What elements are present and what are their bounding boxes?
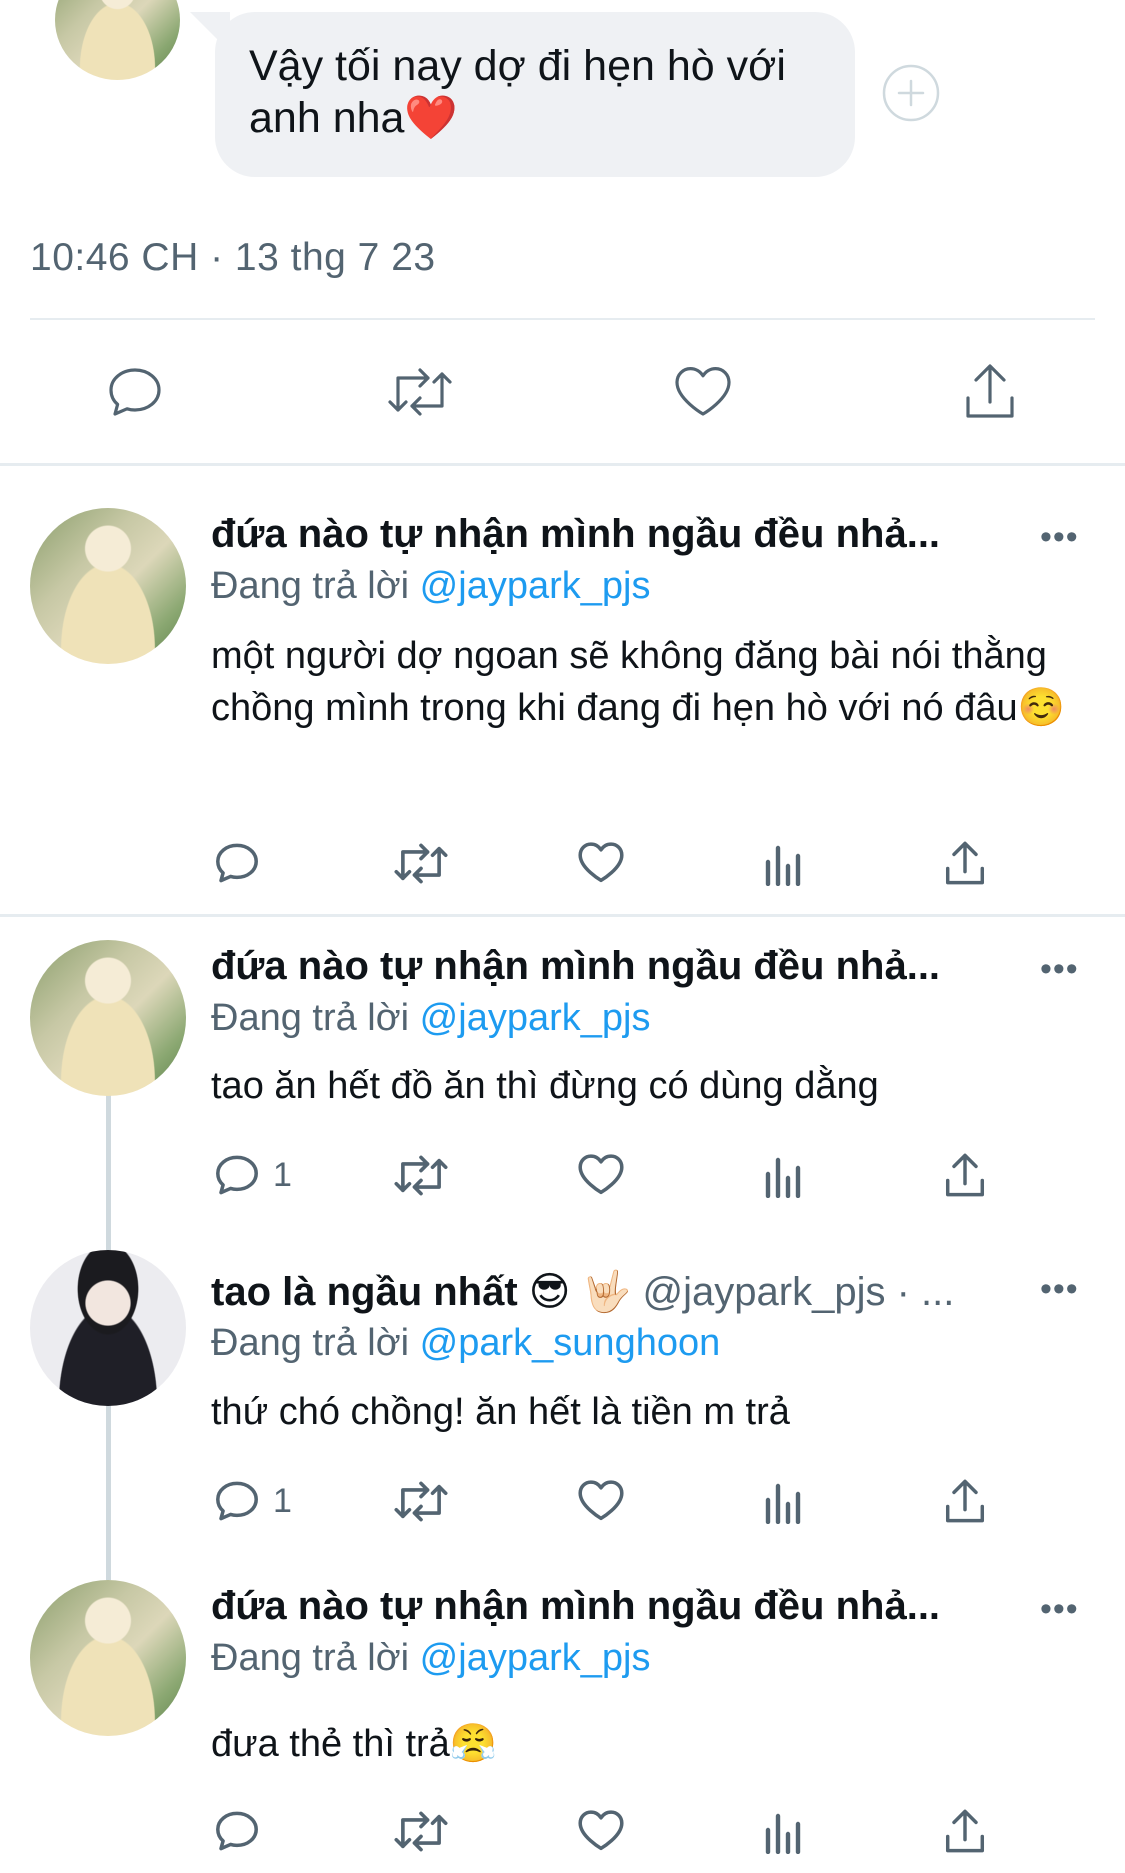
reply-avatar[interactable]: [30, 940, 186, 1096]
message-timestamp: 10:46 CH · 13 thg 7 23: [30, 236, 436, 279]
mention-link[interactable]: @jaypark_pjs: [420, 997, 651, 1039]
share-icon[interactable]: [943, 1478, 987, 1524]
views-icon[interactable]: [764, 1154, 804, 1198]
sender-avatar[interactable]: [55, 0, 180, 80]
views-icon[interactable]: [764, 842, 804, 886]
share-icon[interactable]: [962, 362, 1018, 420]
tweet-action-bar: 1: [211, 1478, 1091, 1528]
more-options-button[interactable]: •••: [1040, 1590, 1079, 1629]
more-options-button[interactable]: •••: [1040, 1270, 1079, 1309]
message-text: Vậy tối nay dợ đi hẹn hò với anh nha❤️: [249, 42, 786, 142]
more-options-button[interactable]: •••: [1040, 950, 1079, 989]
views-icon[interactable]: [764, 1480, 804, 1524]
reply-author-name[interactable]: đứa nào tự nhận mình ngầu đều nhả...: [211, 512, 940, 557]
replying-to: Đang trả lời @jaypark_pjs: [211, 1637, 650, 1680]
reply-icon[interactable]: [105, 364, 165, 420]
tweet-action-bar: 1: [211, 1152, 1091, 1202]
reply-count: 1: [273, 1156, 292, 1194]
divider: [30, 318, 1095, 320]
more-options-button[interactable]: •••: [1040, 518, 1079, 557]
reply-text: tao ăn hết đồ ăn thì đừng có dùng dằng: [211, 1065, 879, 1107]
author-handle: @jaypark_pjs · ...: [642, 1270, 955, 1314]
reply-text: đưa thẻ thì trả😤: [211, 1723, 498, 1765]
tweet-action-bar: [211, 1808, 1091, 1858]
thread-line: [106, 1095, 111, 1250]
retweet-icon[interactable]: [393, 1810, 449, 1853]
replying-to: Đang trả lời @park_sunghoon: [211, 1322, 720, 1365]
section-separator: [0, 914, 1125, 917]
reply-author-name[interactable]: tao là ngầu nhất 😎 🤟🏻 @jaypark_pjs · ...: [211, 1268, 1011, 1315]
replying-to-label: Đang trả lời: [211, 565, 410, 607]
reply-icon[interactable]: [213, 840, 261, 886]
mention-link[interactable]: @jaypark_pjs: [420, 565, 651, 607]
reply-count: 1: [273, 1482, 292, 1520]
replying-to: Đang trả lời @jaypark_pjs: [211, 997, 650, 1040]
reply-author-name[interactable]: đứa nào tự nhận mình ngầu đều nhả...: [211, 944, 940, 989]
reply-author-name[interactable]: đứa nào tự nhận mình ngầu đều nhả...: [211, 1584, 940, 1629]
share-icon[interactable]: [943, 1808, 987, 1854]
like-icon[interactable]: [577, 1478, 625, 1522]
add-reaction-icon[interactable]: [882, 64, 940, 122]
reply-avatar[interactable]: [30, 1250, 186, 1406]
like-icon[interactable]: [577, 840, 625, 884]
mention-link[interactable]: @park_sunghoon: [420, 1322, 721, 1364]
retweet-icon[interactable]: [393, 842, 449, 885]
author-display-name: tao là ngầu nhất 😎 🤟🏻: [211, 1270, 632, 1314]
like-icon[interactable]: [577, 1152, 625, 1196]
like-icon[interactable]: [673, 364, 733, 418]
replying-to-label: Đang trả lời: [211, 1322, 410, 1364]
section-separator: [0, 463, 1125, 466]
reply-text: thứ chó chồng! ăn hết là tiền m trả: [211, 1391, 790, 1433]
reply-avatar[interactable]: [30, 1580, 186, 1736]
replying-to-label: Đang trả lời: [211, 1637, 410, 1679]
retweet-icon[interactable]: [393, 1480, 449, 1523]
retweet-icon[interactable]: [393, 1154, 449, 1197]
replying-to: Đang trả lời @jaypark_pjs: [211, 565, 650, 608]
like-icon[interactable]: [577, 1808, 625, 1852]
share-icon[interactable]: [943, 840, 987, 886]
replying-to-label: Đang trả lời: [211, 997, 410, 1039]
reply-icon[interactable]: [213, 1478, 261, 1524]
mention-link[interactable]: @jaypark_pjs: [420, 1637, 651, 1679]
message-bubble[interactable]: Vậy tối nay dợ đi hẹn hò với anh nha❤️: [215, 12, 855, 177]
reply-avatar[interactable]: [30, 508, 186, 664]
share-icon[interactable]: [943, 1152, 987, 1198]
tweet-action-bar: [211, 840, 1091, 890]
thread-line: [106, 1405, 111, 1580]
retweet-icon[interactable]: [386, 366, 454, 418]
reply-icon[interactable]: [213, 1152, 261, 1198]
reply-text: một người dợ ngoan sẽ không đăng bài nói…: [211, 635, 1065, 729]
reply-icon[interactable]: [213, 1808, 261, 1854]
views-icon[interactable]: [764, 1810, 804, 1854]
